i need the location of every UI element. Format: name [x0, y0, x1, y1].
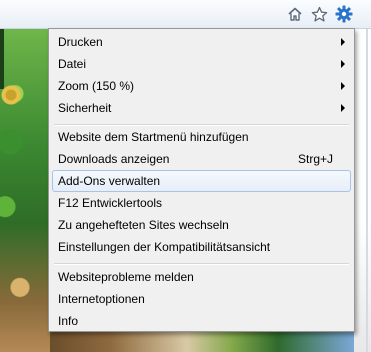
- page-content-bottom: [50, 331, 354, 352]
- menu-item-drucken[interactable]: Drucken: [52, 31, 351, 53]
- menu-item-label: Drucken: [58, 35, 103, 49]
- menu-item-label: Einstellungen der Kompatibilitätsansicht: [58, 240, 271, 254]
- menu-item-manage-addons[interactable]: Add-Ons verwalten: [52, 170, 351, 192]
- menu-item-shortcut: Strg+J: [297, 152, 333, 166]
- menu-separator: [54, 263, 349, 265]
- menu-item-info[interactable]: Info: [52, 310, 351, 332]
- menu-item-label: Add-Ons verwalten: [58, 174, 161, 188]
- menu-item-zoom[interactable]: Zoom (150 %): [52, 75, 351, 97]
- menu-item-label: Websiteprobleme melden: [58, 270, 194, 284]
- tools-gear-icon[interactable]: [335, 5, 353, 23]
- tools-menu: Drucken Datei Zoom (150 %) Sicherheit We…: [48, 28, 355, 332]
- menu-item-downloads[interactable]: Downloads anzeigen Strg+J: [52, 148, 351, 170]
- menu-item-label: Zoom (150 %): [58, 79, 135, 93]
- menu-item-datei[interactable]: Datei: [52, 53, 351, 75]
- menu-item-label: Info: [58, 314, 79, 328]
- menu-item-label: Downloads anzeigen: [58, 152, 170, 166]
- submenu-arrow-icon: [341, 38, 345, 46]
- home-icon[interactable]: [286, 5, 304, 23]
- page-content-left: [0, 29, 50, 352]
- menu-item-label: Sicherheit: [58, 101, 112, 115]
- menu-item-pinned-sites[interactable]: Zu angehefteten Sites wechseln: [52, 214, 351, 236]
- submenu-arrow-icon: [341, 104, 345, 112]
- menu-item-compatibility-settings[interactable]: Einstellungen der Kompatibilitätsansicht: [52, 236, 351, 258]
- page-scrollbar-track[interactable]: [366, 29, 368, 352]
- favorites-star-icon[interactable]: [310, 5, 328, 23]
- submenu-arrow-icon: [341, 82, 345, 90]
- menu-item-sicherheit[interactable]: Sicherheit: [52, 97, 351, 119]
- menu-item-label: Datei: [58, 57, 87, 71]
- browser-toolbar: [0, 0, 371, 29]
- page-decoration-icon: [0, 84, 22, 106]
- menu-item-label: F12 Entwicklertools: [58, 196, 163, 210]
- submenu-arrow-icon: [341, 60, 345, 68]
- menu-item-add-to-start-menu[interactable]: Website dem Startmenü hinzufügen: [52, 126, 351, 148]
- menu-item-label: Internetoptionen: [58, 292, 145, 306]
- page-content-strip: [0, 29, 4, 89]
- menu-item-label: Zu angehefteten Sites wechseln: [58, 218, 229, 232]
- menu-item-label: Website dem Startmenü hinzufügen: [58, 130, 249, 144]
- menu-item-f12-devtools[interactable]: F12 Entwicklertools: [52, 192, 351, 214]
- menu-item-report-problems[interactable]: Websiteprobleme melden: [52, 266, 351, 288]
- page-content-right: [354, 29, 371, 352]
- menu-item-internet-options[interactable]: Internetoptionen: [52, 288, 351, 310]
